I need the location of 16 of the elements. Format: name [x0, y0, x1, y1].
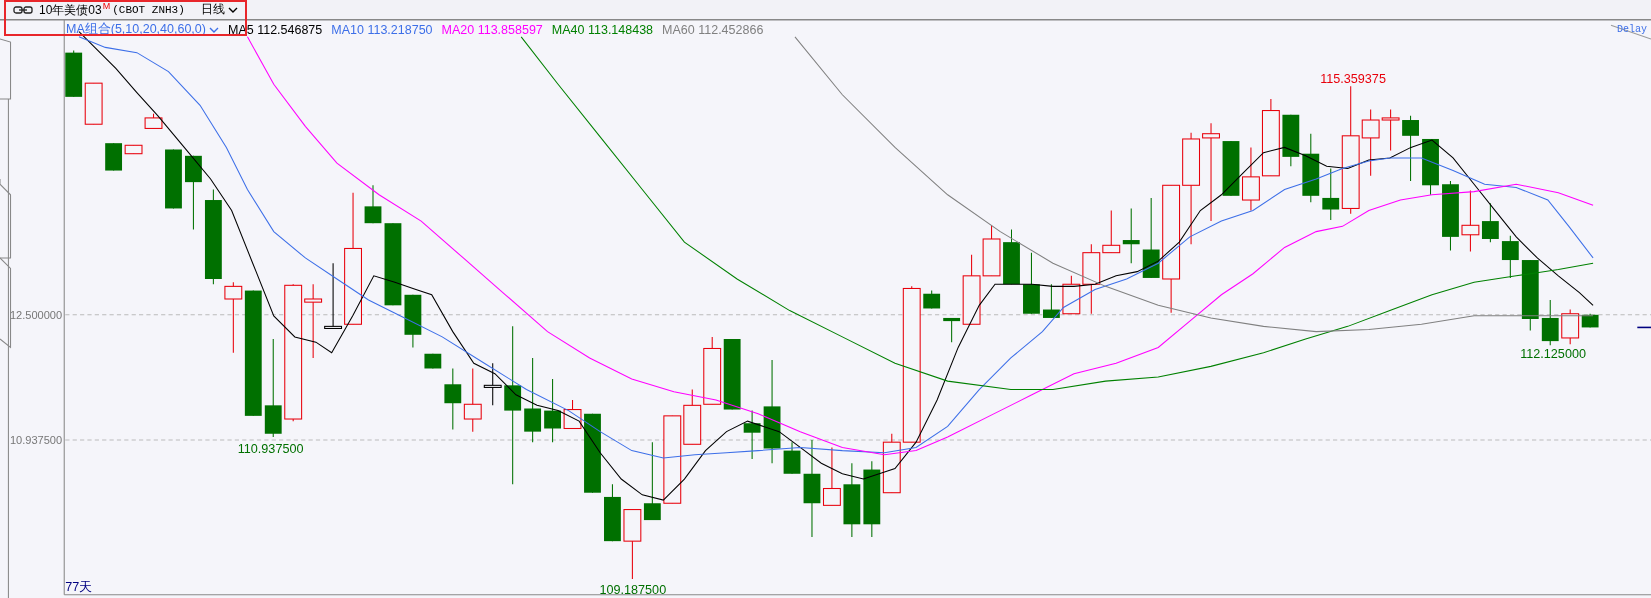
instrument-code: (CBOT ZNH3)	[112, 3, 185, 16]
y-axis-label: 12.500000	[9, 309, 63, 321]
y-axis-label: 10.937500	[9, 434, 63, 447]
low-price-label: 109.187500	[599, 582, 667, 597]
instrument-title: 10年美债03$^{M}$	[39, 0, 111, 19]
low-price-label: 110.937500	[237, 441, 304, 456]
high-price-label: 115.359375	[1320, 72, 1386, 87]
moving-average-value: MA20 113.858597	[441, 22, 543, 37]
low-price-label: 112.125000	[1520, 346, 1586, 361]
moving-average-value: MA40 113.148438	[551, 22, 654, 37]
delay-label: Delay	[1617, 24, 1647, 35]
period-dropdown[interactable]: 日线	[200, 1, 238, 18]
moving-average-value: MA10 113.218750	[331, 22, 433, 37]
moving-average-value: MA60 112.452866	[662, 22, 764, 37]
ma-selector-dropdown[interactable]: MA组合(5,10,20,40,60,0)	[66, 21, 219, 38]
day-count-label: 77天	[65, 579, 93, 594]
